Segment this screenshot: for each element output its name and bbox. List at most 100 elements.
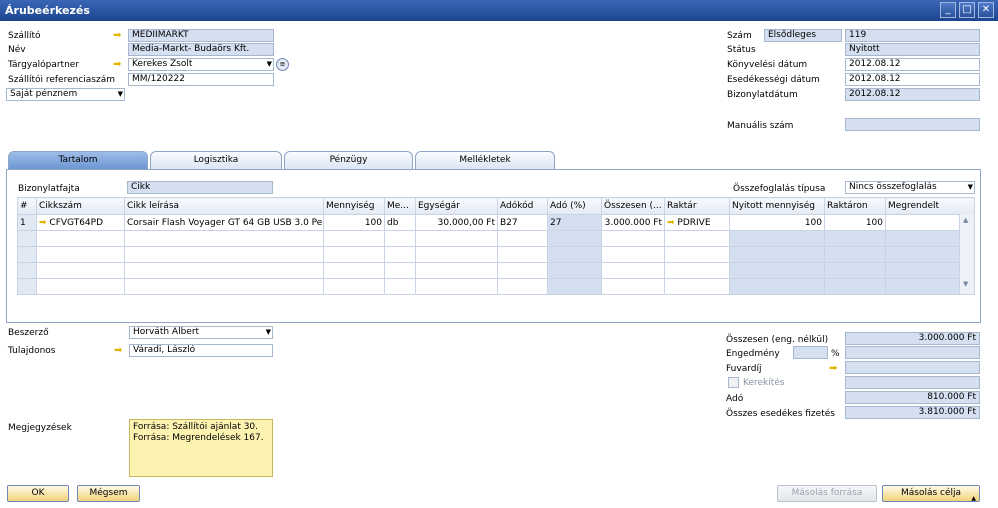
close-icon[interactable]: ✕: [978, 2, 994, 18]
discount-amount-field[interactable]: [845, 346, 980, 359]
chevron-down-icon[interactable]: ▼: [968, 182, 973, 193]
table-cell[interactable]: [36, 246, 125, 263]
list-icon[interactable]: ≡: [276, 58, 289, 71]
table-cell[interactable]: [36, 262, 125, 279]
currency-dropdown[interactable]: Saját pénznem ▼: [6, 88, 125, 101]
table-cell[interactable]: [497, 278, 548, 295]
table-cell[interactable]: [36, 230, 125, 247]
table-cell[interactable]: [601, 246, 665, 263]
link-arrow-icon[interactable]: ➡: [829, 364, 842, 374]
table-cell[interactable]: [323, 230, 385, 247]
unit-cell[interactable]: db: [384, 214, 416, 231]
maximize-icon[interactable]: □: [959, 2, 975, 18]
table-cell[interactable]: [323, 278, 385, 295]
table-cell[interactable]: [601, 262, 665, 279]
column-header[interactable]: #: [17, 197, 37, 215]
table-cell[interactable]: [664, 246, 730, 263]
table-cell[interactable]: [664, 230, 730, 247]
remarks-textarea[interactable]: Forrása: Szállítói ajánlat 30. Forrása: …: [129, 419, 273, 477]
minimize-icon[interactable]: _: [940, 2, 956, 18]
table-cell[interactable]: [124, 278, 324, 295]
summary-type-dropdown[interactable]: Nincs összefoglalás ▼: [845, 181, 975, 194]
table-cell[interactable]: [415, 230, 498, 247]
number-field[interactable]: 119: [845, 29, 980, 42]
manual-number-field[interactable]: [845, 118, 980, 131]
doc-date-field[interactable]: 2012.08.12: [845, 88, 980, 101]
ok-button[interactable]: OK: [7, 485, 69, 502]
rounding-checkbox[interactable]: [728, 377, 739, 388]
table-cell[interactable]: [415, 278, 498, 295]
table-cell[interactable]: [601, 278, 665, 295]
tab-logistics[interactable]: Logisztika: [150, 151, 282, 169]
table-cell[interactable]: [497, 246, 548, 263]
table-cell[interactable]: [497, 262, 548, 279]
table-cell[interactable]: [384, 278, 416, 295]
row-number[interactable]: [17, 246, 37, 263]
table-cell[interactable]: [664, 262, 730, 279]
tab-attachments[interactable]: Mellékletek: [415, 151, 555, 169]
table-cell[interactable]: [323, 246, 385, 263]
column-header[interactable]: Összesen (...: [601, 197, 665, 215]
total-cell[interactable]: 3.000.000 Ft: [601, 214, 665, 231]
table-cell[interactable]: [384, 230, 416, 247]
chevron-down-icon[interactable]: ▼: [266, 327, 271, 338]
column-header[interactable]: Mennyiség: [323, 197, 385, 215]
quantity-cell[interactable]: 100: [323, 214, 385, 231]
tab-finance[interactable]: Pénzügy: [284, 151, 413, 169]
table-cell[interactable]: [124, 246, 324, 263]
table-cell[interactable]: [664, 278, 730, 295]
table-cell[interactable]: [124, 230, 324, 247]
table-row[interactable]: 1 ➡ CFVGT64PD Corsair Flash Voyager GT 6…: [17, 214, 975, 231]
tab-content[interactable]: Tartalom: [8, 151, 148, 169]
contact-dropdown[interactable]: Kerekes Zsolt ▼: [128, 58, 274, 71]
table-row[interactable]: [17, 230, 975, 247]
column-header[interactable]: Raktár: [664, 197, 730, 215]
due-date-field[interactable]: 2012.08.12: [845, 73, 980, 86]
table-row[interactable]: [17, 278, 975, 295]
chevron-down-icon[interactable]: ▲: [971, 491, 976, 506]
name-field[interactable]: Media-Markt- Budaörs Kft.: [128, 43, 274, 56]
row-number[interactable]: [17, 230, 37, 247]
table-cell[interactable]: [124, 262, 324, 279]
row-number[interactable]: [17, 278, 37, 295]
column-header[interactable]: Cikkszám: [36, 197, 125, 215]
chevron-down-icon[interactable]: ▼: [118, 89, 123, 100]
buyer-dropdown[interactable]: Horváth Albert ▼: [129, 326, 273, 339]
posting-date-field[interactable]: 2012.08.12: [845, 58, 980, 71]
chevron-down-icon[interactable]: ▼: [267, 59, 272, 70]
tax-code-cell[interactable]: B27: [497, 214, 548, 231]
scroll-up-icon[interactable]: ▲: [963, 216, 968, 224]
table-cell[interactable]: [415, 246, 498, 263]
supplier-field[interactable]: MEDIIMARKT: [128, 29, 274, 42]
cancel-button[interactable]: Mégsem: [77, 485, 140, 502]
row-number[interactable]: 1: [17, 214, 37, 231]
column-header[interactable]: Raktáron: [824, 197, 886, 215]
column-header[interactable]: Nyitott mennyiség: [729, 197, 825, 215]
table-cell[interactable]: [384, 262, 416, 279]
column-header[interactable]: Cikk leírása: [124, 197, 324, 215]
link-arrow-icon[interactable]: ➡: [667, 218, 675, 228]
copy-to-button[interactable]: Másolás célja ▲: [882, 485, 980, 502]
table-cell[interactable]: [384, 246, 416, 263]
doc-type-field[interactable]: Cikk: [127, 181, 273, 194]
link-arrow-icon[interactable]: ➡: [114, 346, 127, 356]
table-scrollbar[interactable]: ▲ ▼: [959, 214, 974, 294]
column-header[interactable]: Megrendelt: [885, 197, 975, 215]
item-description-cell[interactable]: Corsair Flash Voyager GT 64 GB USB 3.0 P…: [124, 214, 324, 231]
table-cell[interactable]: [601, 230, 665, 247]
unit-price-cell[interactable]: 30.000,00 Ft: [415, 214, 498, 231]
column-header[interactable]: Me...: [384, 197, 416, 215]
owner-field[interactable]: Váradi, László: [129, 344, 273, 357]
item-code-cell[interactable]: ➡ CFVGT64PD: [36, 214, 125, 231]
table-cell[interactable]: [36, 278, 125, 295]
scroll-down-icon[interactable]: ▼: [963, 280, 968, 288]
discount-percent-field[interactable]: [793, 346, 828, 359]
link-arrow-icon[interactable]: ➡: [113, 31, 126, 41]
column-header[interactable]: Adó (%): [547, 197, 602, 215]
link-arrow-icon[interactable]: ➡: [39, 218, 47, 228]
copy-from-button[interactable]: Másolás forrása: [777, 485, 877, 502]
column-header[interactable]: Egységár: [415, 197, 498, 215]
link-arrow-icon[interactable]: ➡: [113, 60, 126, 70]
ref-field[interactable]: MM/120222: [128, 73, 274, 86]
table-row[interactable]: [17, 262, 975, 279]
